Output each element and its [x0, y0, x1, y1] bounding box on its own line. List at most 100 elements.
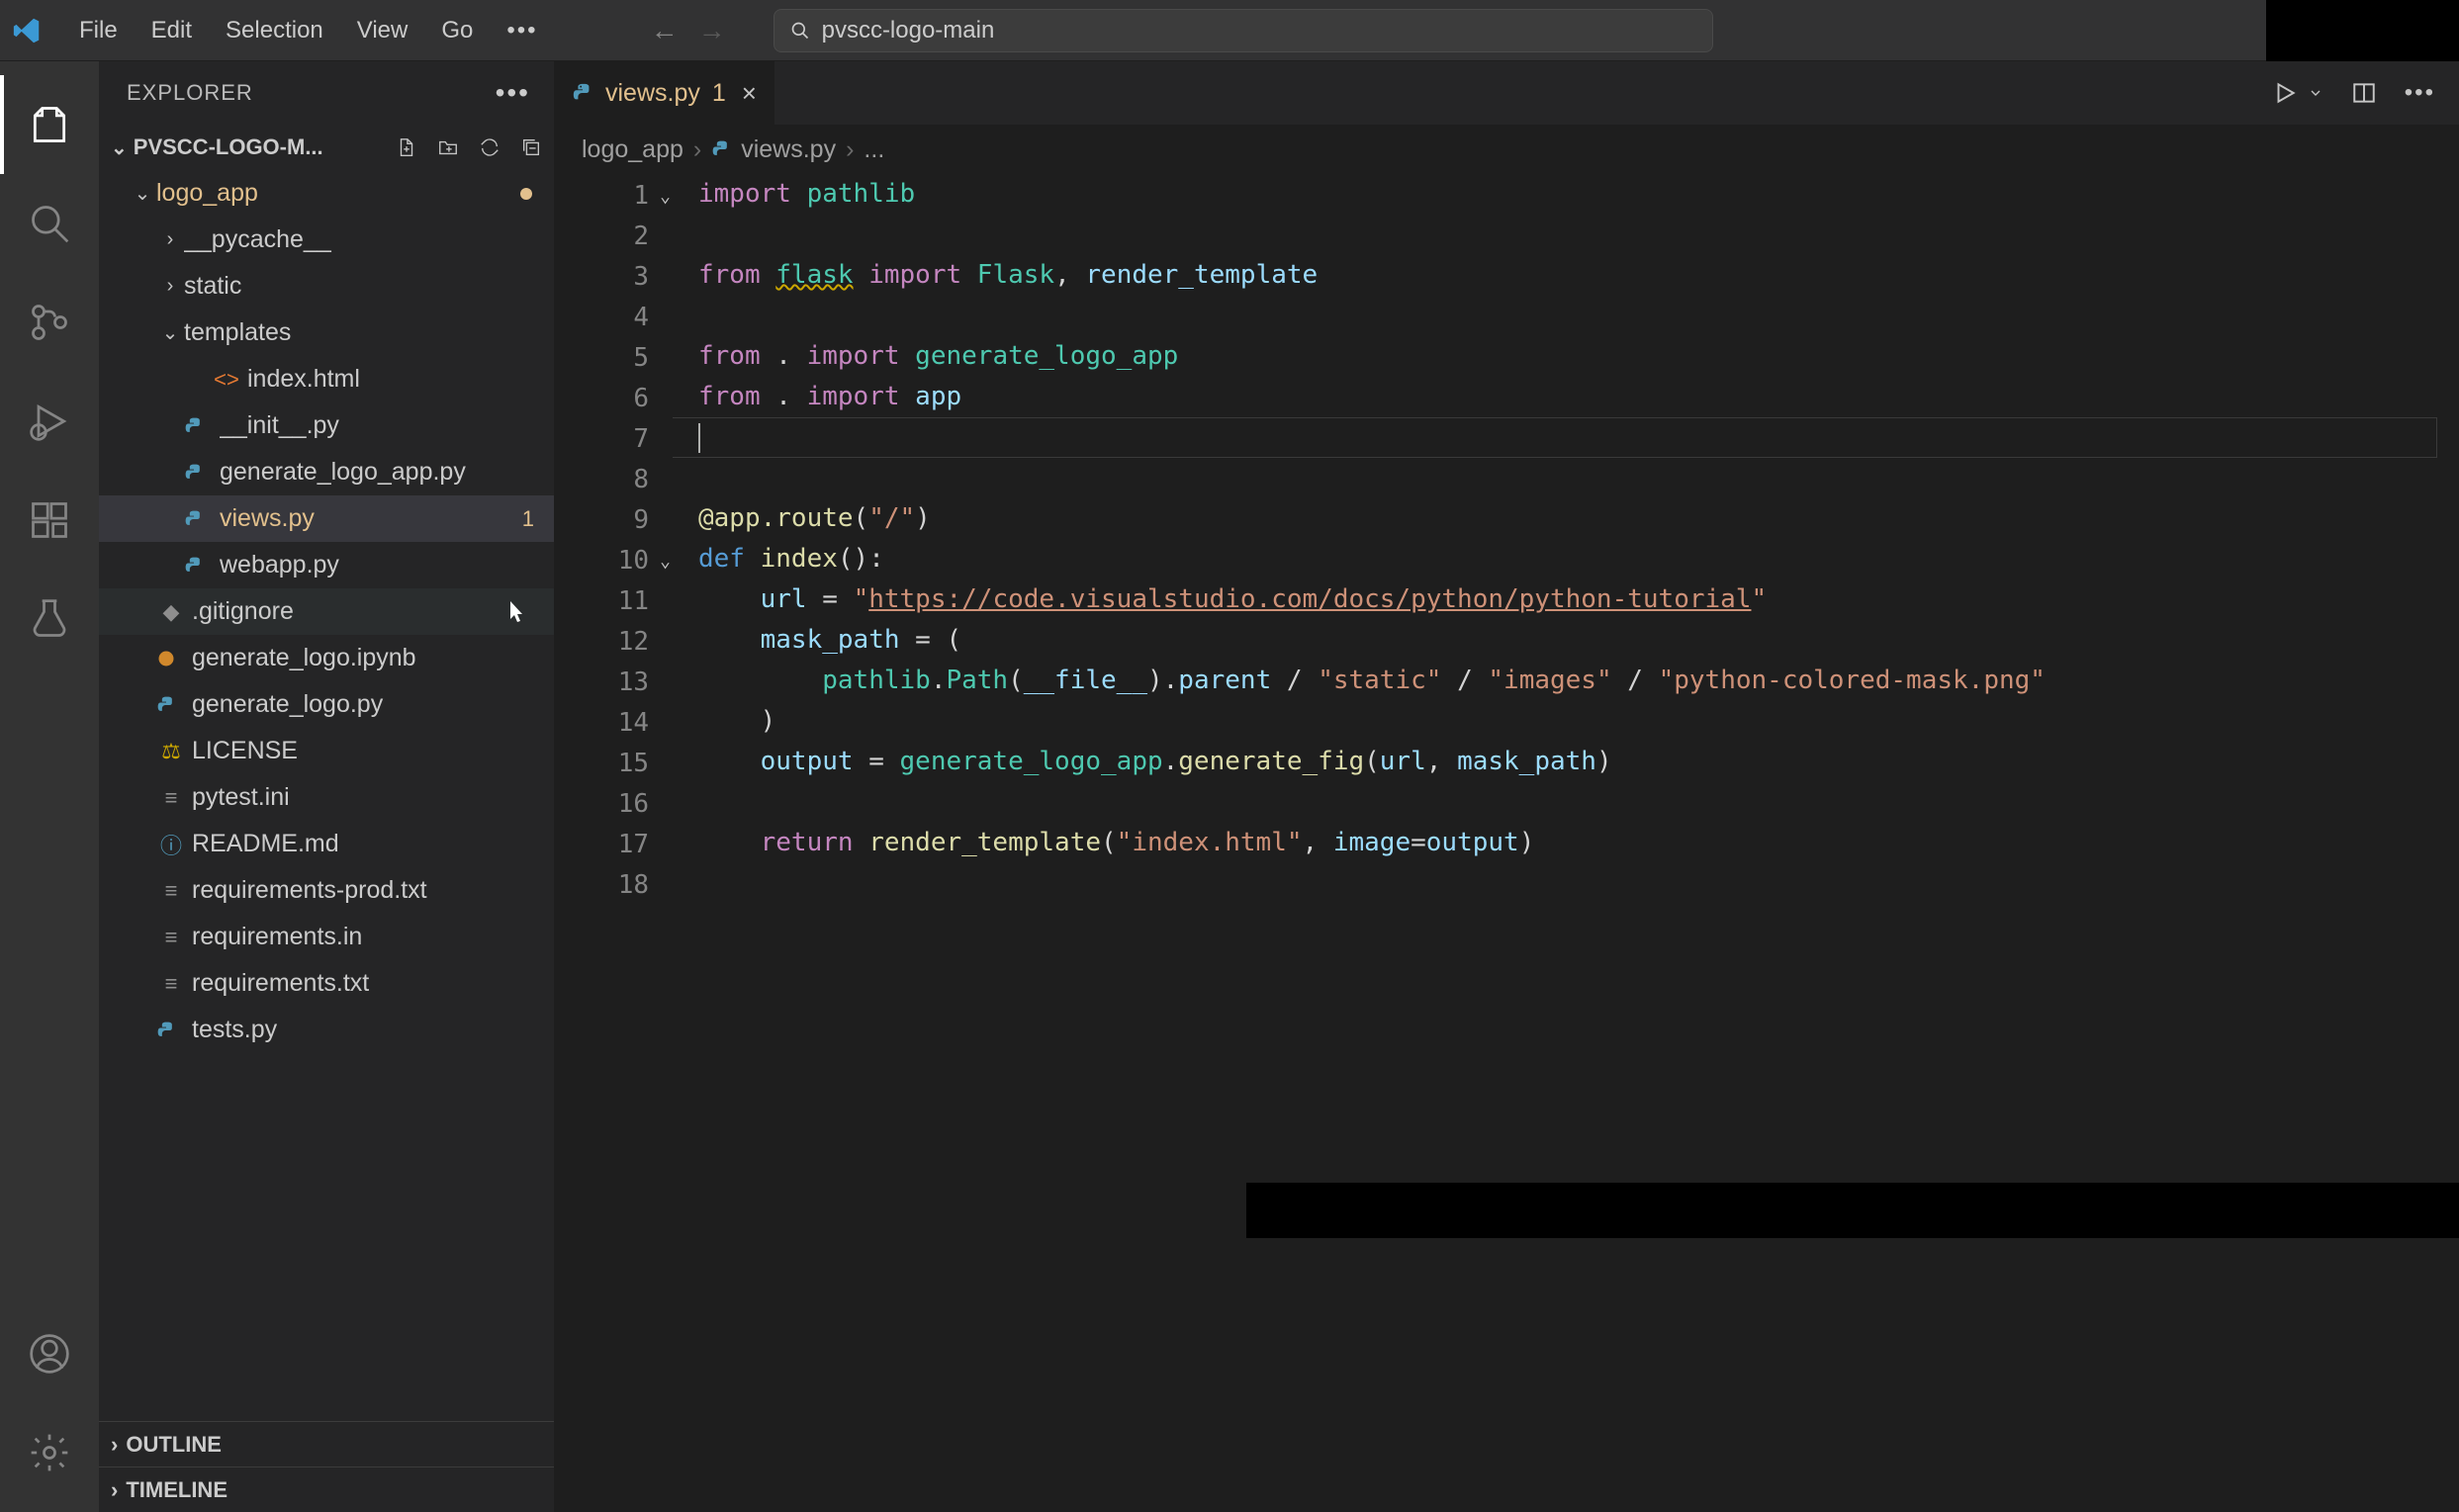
new-folder-icon[interactable]: [435, 134, 461, 160]
file-icon: ≡: [156, 785, 186, 811]
tree-file[interactable]: ≡requirements.in: [99, 914, 554, 960]
file-icon: ≡: [156, 925, 186, 950]
tree-file[interactable]: ≡requirements-prod.txt: [99, 867, 554, 914]
menu-selection[interactable]: Selection: [212, 11, 337, 50]
tree-file[interactable]: ⓘREADME.md: [99, 821, 554, 867]
file-icon: [184, 463, 214, 483]
file-icon: ≡: [156, 971, 186, 997]
code-editor[interactable]: 1⌄2345678910⌄1112131415161718 import pat…: [554, 174, 2459, 1512]
breadcrumb-item[interactable]: ...: [864, 135, 884, 164]
tree-item-label: requirements.txt: [192, 969, 542, 998]
file-icon: ⓘ: [156, 829, 186, 860]
breadcrumb-item[interactable]: logo_app: [582, 135, 683, 164]
menu-edit[interactable]: Edit: [137, 11, 206, 50]
tree-file[interactable]: ≡pytest.ini: [99, 774, 554, 821]
tree-item-label: .gitignore: [192, 597, 542, 626]
activity-search-icon[interactable]: [0, 174, 99, 273]
chevron-right-icon: ›: [846, 135, 854, 164]
tree-file[interactable]: ◆.gitignore: [99, 588, 554, 635]
file-icon: [184, 416, 214, 436]
tree-item-label: README.md: [192, 830, 542, 858]
fold-icon[interactable]: ⌄: [660, 541, 671, 581]
menu-file[interactable]: File: [65, 11, 132, 50]
tree-folder[interactable]: ⌄logo_app: [99, 170, 554, 217]
tree-folder[interactable]: ›__pycache__: [99, 217, 554, 263]
python-file-icon: [711, 139, 731, 159]
python-file-icon: [572, 82, 593, 104]
code-content[interactable]: import pathlibfrom flask import Flask, r…: [673, 174, 2459, 1512]
menu-more-icon[interactable]: •••: [493, 11, 551, 50]
tree-file[interactable]: generate_logo_app.py: [99, 449, 554, 495]
outline-section[interactable]: › OUTLINE: [99, 1421, 554, 1467]
tab-filename: views.py: [605, 79, 700, 108]
tree-file[interactable]: ⚖LICENSE: [99, 728, 554, 774]
menu-go[interactable]: Go: [427, 11, 487, 50]
activity-explorer-icon[interactable]: [0, 75, 99, 174]
command-center-text: pvscc-logo-main: [822, 17, 995, 44]
run-icon[interactable]: [2272, 80, 2298, 106]
breadcrumb-item[interactable]: views.py: [741, 135, 836, 164]
tree-file[interactable]: webapp.py: [99, 542, 554, 588]
titlebar-right-blank: [2266, 0, 2459, 61]
pointer-cursor-icon: [504, 599, 524, 625]
overlay-black-bar: [1246, 1183, 2459, 1238]
file-icon: [156, 1021, 186, 1040]
tree-folder[interactable]: ›static: [99, 263, 554, 310]
line-gutter: 1⌄2345678910⌄1112131415161718: [554, 174, 673, 1512]
tree-item-label: tests.py: [192, 1016, 542, 1044]
chevron-right-icon: ›: [111, 1477, 118, 1503]
tree-item-label: pytest.ini: [192, 783, 542, 812]
breadcrumbs[interactable]: logo_app › views.py › ...: [554, 125, 2459, 174]
tree-item-label: LICENSE: [192, 737, 542, 765]
tree-item-label: webapp.py: [220, 551, 542, 579]
tree-item-label: logo_app: [156, 179, 520, 208]
tree-file[interactable]: generate_logo.ipynb: [99, 635, 554, 681]
text-cursor: [698, 423, 700, 453]
split-editor-icon[interactable]: [2351, 80, 2377, 106]
tree-item-label: requirements-prod.txt: [192, 876, 542, 905]
file-icon: ◆: [156, 599, 186, 625]
file-icon: [156, 649, 186, 668]
modified-dot-icon: [520, 188, 532, 200]
file-icon: [156, 695, 186, 715]
explorer-folder-header[interactable]: ⌄ PVSCC-LOGO-M...: [99, 125, 554, 170]
activity-settings-icon[interactable]: [0, 1403, 99, 1502]
command-center[interactable]: pvscc-logo-main: [774, 9, 1713, 52]
editor-area: views.py 1 × •••: [554, 61, 2459, 1512]
explorer-more-icon[interactable]: •••: [496, 77, 530, 109]
activity-extensions-icon[interactable]: [0, 471, 99, 570]
chevron-right-icon: ›: [111, 1432, 118, 1458]
editor-tabs: views.py 1 × •••: [554, 61, 2459, 125]
menu-view[interactable]: View: [343, 11, 422, 50]
timeline-section[interactable]: › TIMELINE: [99, 1467, 554, 1512]
refresh-icon[interactable]: [477, 134, 502, 160]
file-icon: ≡: [156, 878, 186, 904]
activity-scm-icon[interactable]: [0, 273, 99, 372]
nav-back-icon[interactable]: ←: [651, 15, 679, 46]
editor-more-icon[interactable]: •••: [2405, 79, 2435, 107]
tab-close-icon[interactable]: ×: [742, 78, 757, 109]
tree-folder[interactable]: ⌄templates: [99, 310, 554, 356]
tree-file[interactable]: ≡requirements.txt: [99, 960, 554, 1007]
nav-forward-icon[interactable]: →: [698, 15, 726, 46]
tree-file[interactable]: __init__.py: [99, 402, 554, 449]
tree-file[interactable]: tests.py: [99, 1007, 554, 1053]
activity-testing-icon[interactable]: [0, 570, 99, 668]
vscode-logo-icon: [12, 16, 42, 45]
chevron-down-icon: ⌄: [156, 320, 184, 345]
tab-views-py[interactable]: views.py 1 ×: [554, 61, 775, 125]
activity-debug-icon[interactable]: [0, 372, 99, 471]
collapse-all-icon[interactable]: [518, 134, 544, 160]
explorer-title: EXPLORER: [127, 80, 253, 106]
fold-icon[interactable]: ⌄: [660, 176, 671, 217]
run-dropdown-icon[interactable]: [2308, 85, 2323, 101]
new-file-icon[interactable]: [394, 134, 419, 160]
file-icon: [184, 509, 214, 529]
tree-file[interactable]: views.py1: [99, 495, 554, 542]
file-icon: ⚖: [156, 739, 186, 764]
tree-file[interactable]: generate_logo.py: [99, 681, 554, 728]
activity-accounts-icon[interactable]: [0, 1304, 99, 1403]
tree-file[interactable]: <>index.html: [99, 356, 554, 402]
tree-item-label: index.html: [247, 365, 542, 394]
tab-problems-badge: 1: [712, 79, 726, 108]
